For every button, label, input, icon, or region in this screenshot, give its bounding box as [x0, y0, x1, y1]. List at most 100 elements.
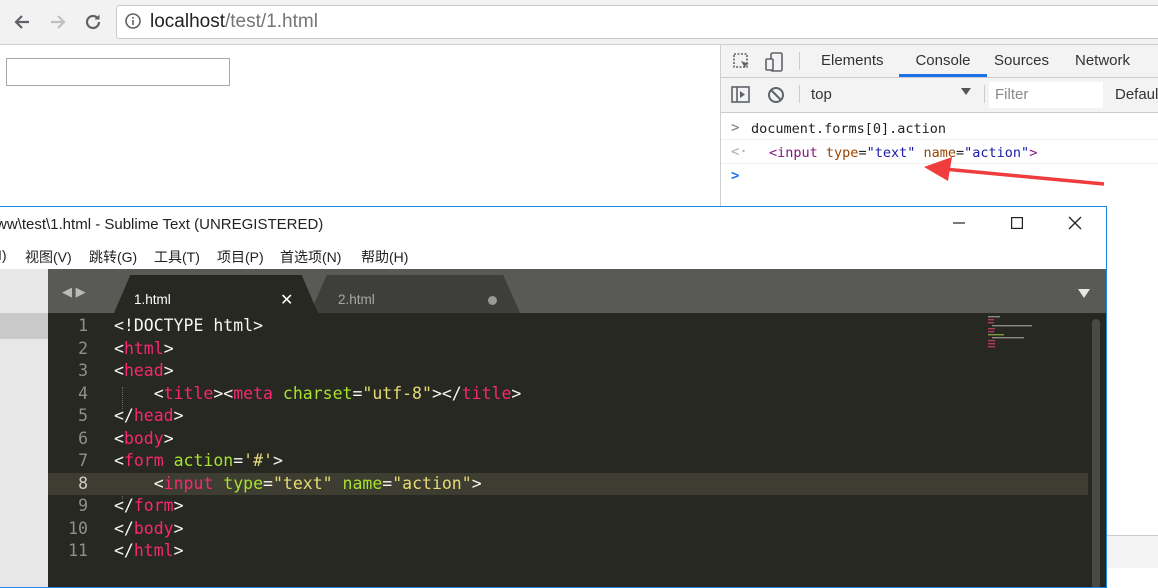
line-number: 8 [78, 473, 88, 493]
reload-icon [85, 14, 101, 30]
devtools-tabbar: Elements Console Sources Network [721, 45, 1158, 78]
code-line[interactable]: 5 </head> [48, 405, 1088, 428]
code-editor[interactable]: 1 <!DOCTYPE html> 2 <html> 3 <head> 4 <titl… [48, 313, 1106, 587]
inspect-icon[interactable] [732, 52, 752, 72]
back-arrow-icon [14, 15, 29, 29]
window-titlebar[interactable]: ww\test\1.html - Sublime Text (UNREGISTE… [0, 207, 1106, 239]
tab-elements[interactable]: Elements [821, 45, 884, 77]
tab-network[interactable]: Network [1075, 45, 1130, 77]
code-text: <!DOCTYPE html> [114, 316, 263, 335]
back-button[interactable] [8, 8, 36, 36]
code-token: "text" [272, 473, 333, 493]
tab-2-html[interactable]: 2.html [310, 275, 520, 313]
result-arrow-icon: <· [731, 144, 748, 160]
code-line[interactable]: 3 <head> [48, 360, 1088, 383]
minimize-icon [953, 222, 965, 224]
tab-scroll-arrows-icon[interactable]: ◀ ▶ [62, 284, 86, 300]
console-result-line: <· <input type="text" name="action"> [721, 141, 1158, 164]
close-button[interactable] [1046, 207, 1104, 239]
tab-sources[interactable]: Sources [994, 45, 1049, 77]
menu-item-preferences[interactable]: 首选项(N) [280, 247, 341, 267]
window-title: ww\test\1.html - Sublime Text (UNREGISTE… [0, 216, 324, 233]
console-prompt-line[interactable]: > [721, 165, 1158, 187]
chevron-down-icon[interactable] [961, 88, 971, 95]
code-line[interactable]: 4 <title><meta charset="utf-8"></title> [48, 383, 1088, 406]
line-number: 1 [78, 316, 88, 335]
line-number: 2 [78, 338, 88, 358]
context-selector[interactable]: top [811, 86, 832, 103]
toolbar-divider [799, 52, 800, 70]
code-token: form [123, 451, 164, 470]
code-token: "utf-8" [362, 383, 432, 403]
unsaved-dot-icon[interactable] [488, 296, 497, 305]
vertical-scrollbar[interactable] [1092, 319, 1100, 587]
url-text: localhost/test/1.html [150, 11, 318, 33]
result-open-bracket: < [769, 145, 778, 161]
code-line-highlighted[interactable]: 8 <input type="text" name="action"> [48, 472, 1088, 495]
menu-item-tools[interactable]: 工具(T) [154, 247, 200, 267]
code-token: type [223, 473, 264, 493]
forward-button[interactable] [44, 8, 72, 36]
minimap[interactable] [986, 315, 1046, 355]
info-icon[interactable] [125, 13, 141, 29]
menu-item-project[interactable]: 项目(P) [217, 247, 264, 267]
url-path: /test/1.html [225, 11, 318, 32]
toolbar-divider [984, 85, 985, 103]
minimize-button[interactable] [930, 207, 988, 239]
console-result[interactable]: <input type="text" name="action"> [769, 145, 1037, 161]
reload-button[interactable] [79, 8, 107, 36]
log-levels-dropdown[interactable]: Defaul [1115, 86, 1158, 103]
code-line[interactable]: 1 <!DOCTYPE html> [48, 315, 1088, 338]
code-line[interactable]: 7 <form action='#'> [48, 450, 1088, 473]
filter-placeholder: Filter [995, 86, 1029, 103]
code-token: input [163, 473, 214, 493]
sidebar-selected-item[interactable] [0, 313, 48, 339]
address-bar[interactable]: localhost/test/1.html [116, 5, 1158, 39]
line-number: 6 [78, 428, 88, 448]
page-text-input[interactable] [6, 58, 230, 86]
line-number: 4 [78, 383, 88, 403]
console-toolbar: top Filter Defaul [721, 78, 1158, 113]
sidebar[interactable] [0, 269, 48, 587]
code-token: charset [282, 383, 353, 403]
line-number: 5 [78, 406, 88, 425]
chevron-right-icon: > [731, 120, 740, 136]
clear-console-icon[interactable] [767, 86, 785, 104]
filter-input[interactable]: Filter [989, 82, 1103, 108]
code-line[interactable]: 6 <body> [48, 428, 1088, 451]
menu-item-goto[interactable]: 跳转(G) [89, 247, 137, 267]
code-text: <form action='#'> [114, 451, 283, 470]
code-line[interactable]: 9 </form> [48, 495, 1088, 518]
result-attr-type: type [825, 145, 859, 161]
tab-overflow-icon[interactable] [1078, 289, 1090, 298]
menu-item-partial[interactable]: I) [0, 247, 7, 263]
code-line[interactable]: 10 </body> [48, 518, 1088, 541]
menu-item-view[interactable]: 视图(V) [25, 247, 72, 267]
code-line[interactable]: 2 <html> [48, 338, 1088, 361]
maximize-icon [1011, 217, 1023, 229]
result-val-type: "text" [866, 145, 916, 161]
tab-1-html[interactable]: 1.html ✕ [114, 275, 318, 313]
menu-item-help[interactable]: 帮助(H) [361, 247, 408, 267]
toolbar-divider [799, 85, 800, 103]
tab-close-icon[interactable]: ✕ [280, 290, 293, 310]
result-close-bracket: > [1029, 145, 1038, 161]
code-token: <!DOCTYPE html> [114, 316, 264, 335]
code-token: head [133, 406, 174, 425]
tab-console[interactable]: Console [899, 45, 987, 77]
code-token: '#' [243, 451, 273, 470]
code-text: </body> [114, 518, 184, 538]
device-icon[interactable] [764, 51, 786, 73]
console-command[interactable]: document.forms[0].action [751, 121, 946, 137]
code-token: meta [233, 383, 273, 403]
sidebar-toggle-icon[interactable] [731, 86, 751, 104]
line-number: 11 [68, 541, 88, 560]
code-text: </html> [114, 541, 184, 560]
close-icon [1068, 216, 1082, 230]
code-text: <title><meta charset="utf-8"></title> [114, 383, 522, 403]
code-token: name [342, 473, 383, 493]
devtools-drawer-edge [1107, 535, 1158, 568]
code-text: <body> [114, 428, 174, 448]
code-line[interactable]: 11 </html> [48, 540, 1088, 563]
maximize-button[interactable] [988, 207, 1046, 239]
